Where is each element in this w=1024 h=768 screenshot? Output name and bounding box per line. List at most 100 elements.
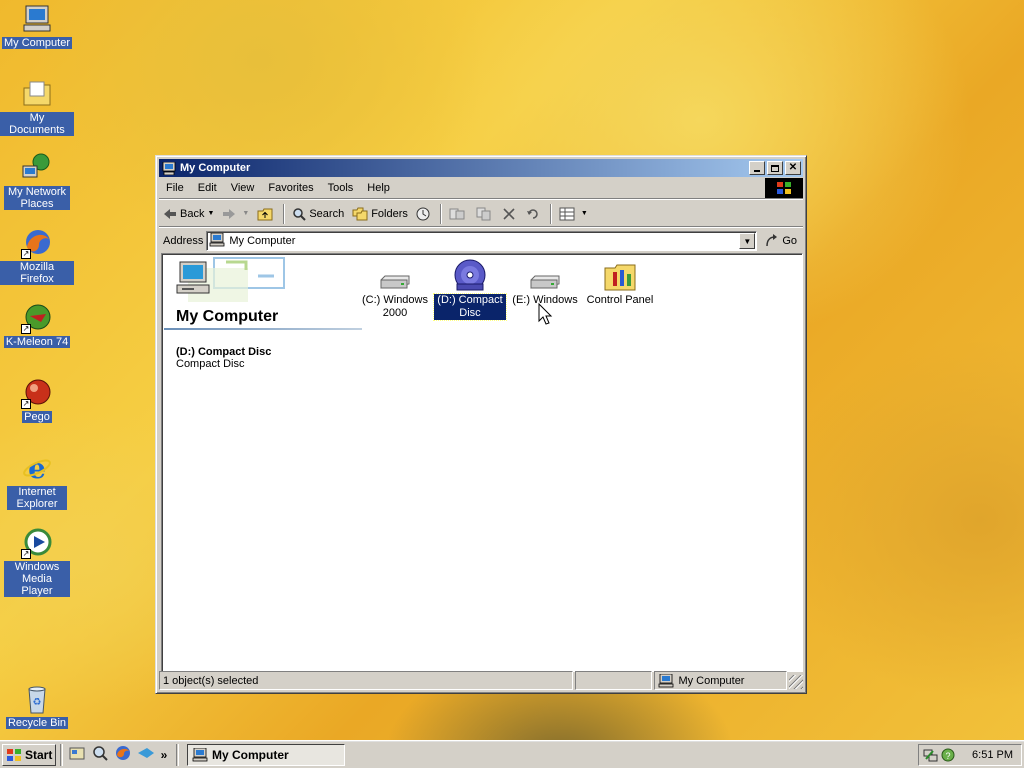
forward-button[interactable]: ▼ [218, 203, 253, 225]
hard-drive-icon [527, 256, 563, 292]
minimize-button[interactable] [749, 161, 765, 175]
drive-e[interactable]: (E:) Windows [509, 256, 581, 307]
desktop-icon-internet-explorer[interactable]: e Internet Explorer [0, 452, 74, 510]
windows-logo-icon [6, 748, 22, 762]
my-computer-icon [658, 673, 674, 688]
menu-favorites[interactable]: Favorites [261, 182, 320, 194]
address-input[interactable]: My Computer ▼ [206, 231, 758, 251]
show-desktop-button[interactable] [67, 745, 87, 765]
taskbar-button-my-computer[interactable]: My Computer [187, 743, 345, 766]
show-desktop-icon [69, 746, 85, 763]
desktop-icon-my-documents[interactable]: My Documents [0, 78, 74, 136]
status-empty-pane [574, 671, 653, 690]
svg-text:♻: ♻ [33, 697, 42, 708]
compact-disc-icon [452, 256, 488, 292]
go-arrow-icon [765, 234, 779, 248]
outlook-express-button[interactable] [136, 745, 156, 765]
folders-label: Folders [371, 207, 408, 220]
network-tray-icon[interactable] [923, 747, 939, 763]
menu-view[interactable]: View [224, 182, 262, 194]
chevron-down-icon[interactable]: ▼ [242, 210, 249, 217]
pego-icon: ↗ [21, 377, 53, 409]
firefox-icon [115, 745, 131, 764]
desktop-icon-recycle-bin[interactable]: ♻ Recycle Bin [0, 683, 74, 729]
control-panel[interactable]: Control Panel [584, 256, 656, 307]
folders-icon [352, 207, 368, 221]
up-folder-button[interactable] [253, 203, 280, 225]
system-tray: ? 6:51 PM [918, 744, 1022, 766]
address-value: My Computer [229, 235, 296, 247]
my-computer-icon [192, 747, 208, 762]
selected-item-name: (D:) Compact Disc [176, 346, 272, 358]
desktop-icon-pego[interactable]: ↗ Pego [0, 377, 74, 423]
menu-edit[interactable]: Edit [191, 182, 224, 194]
address-label: Address [163, 235, 204, 247]
explorer-button[interactable] [90, 745, 110, 765]
chevron-down-icon[interactable]: ▼ [581, 210, 588, 217]
hard-drive-icon [377, 256, 413, 292]
search-button[interactable]: Search [288, 203, 348, 225]
history-button[interactable] [412, 203, 437, 225]
panel-divider [164, 328, 362, 330]
views-icon [559, 207, 575, 221]
resize-grip[interactable] [789, 675, 803, 689]
quick-launch-overflow-button[interactable]: » [159, 745, 169, 765]
close-button[interactable]: ✕ [785, 161, 801, 175]
window-titlebar[interactable]: My Computer ✕ [159, 159, 803, 177]
my-computer-icon [21, 3, 53, 35]
desktop-icon-label: K-Meleon 74 [3, 336, 71, 348]
outlook-express-icon [137, 746, 155, 763]
firefox-launch-button[interactable] [113, 745, 133, 765]
folder-view[interactable]: My Computer (D:) Compact Disc Compact Di… [161, 253, 803, 672]
undo-button[interactable] [522, 203, 547, 225]
delete-button[interactable] [499, 203, 522, 225]
taskbar-separator [176, 743, 179, 766]
go-button[interactable]: Go [757, 234, 803, 248]
copy-to-button[interactable] [472, 203, 499, 225]
internet-explorer-icon: e [21, 452, 53, 485]
drive-c[interactable]: (C:) Windows 2000 [359, 256, 431, 320]
address-bar: Address My Computer ▼ Go [159, 229, 803, 253]
drive-d[interactable]: (D:) Compact Disc [433, 256, 507, 321]
start-button[interactable]: Start [2, 743, 56, 766]
menu-file[interactable]: File [159, 182, 191, 194]
close-icon: ✕ [788, 162, 798, 173]
back-button[interactable]: Back ▼ [159, 203, 218, 225]
menu-help[interactable]: Help [360, 182, 397, 194]
menu-bar: File Edit View Favorites Tools Help [159, 177, 803, 199]
drive-d-label: (D:) Compact Disc [433, 293, 507, 321]
control-panel-label: Control Panel [586, 294, 654, 306]
k-meleon-icon: ↗ [21, 302, 53, 334]
views-button[interactable]: ▼ [555, 203, 592, 225]
taskbar: Start » My Computer ? 6:51 PM [0, 740, 1024, 768]
standard-toolbar: Back ▼ ▼ Search Folders ▼ [159, 201, 803, 227]
media-player-icon: ↗ [21, 527, 53, 559]
chevron-down-icon[interactable]: ▼ [207, 210, 214, 217]
address-dropdown-button[interactable]: ▼ [739, 233, 756, 249]
start-label: Start [25, 747, 53, 762]
move-to-button[interactable] [445, 203, 472, 225]
tray-app-icon[interactable]: ? [941, 748, 955, 762]
svg-text:e: e [28, 452, 46, 484]
desktop-icon-network-places[interactable]: My Network Places [0, 152, 74, 210]
folders-button[interactable]: Folders [348, 203, 412, 225]
maximize-button[interactable] [767, 161, 783, 175]
desktop-icon-my-computer[interactable]: My Computer [0, 3, 74, 49]
firefox-icon: ↗ [21, 227, 53, 259]
recycle-bin-icon: ♻ [21, 683, 53, 715]
window-title: My Computer [180, 162, 251, 174]
search-icon [292, 207, 307, 221]
clock[interactable]: 6:51 PM [972, 749, 1013, 761]
desktop-icon-label: My Computer [1, 37, 73, 49]
desktop-icon-media-player[interactable]: ↗ Windows Media Player [0, 527, 74, 597]
back-label: Back [180, 207, 205, 220]
search-label: Search [309, 207, 345, 220]
my-computer-window[interactable]: My Computer ✕ File Edit View Favorites T… [155, 155, 807, 694]
menu-tools[interactable]: Tools [321, 182, 361, 194]
desktop-icon-firefox[interactable]: ↗ Mozilla Firefox [0, 227, 74, 285]
status-zone: My Computer [654, 671, 788, 690]
desktop-icon-label: Mozilla Firefox [0, 261, 74, 285]
up-folder-icon [257, 207, 273, 221]
status-selection: 1 object(s) selected [159, 671, 573, 690]
desktop-icon-k-meleon[interactable]: ↗ K-Meleon 74 [0, 302, 74, 348]
